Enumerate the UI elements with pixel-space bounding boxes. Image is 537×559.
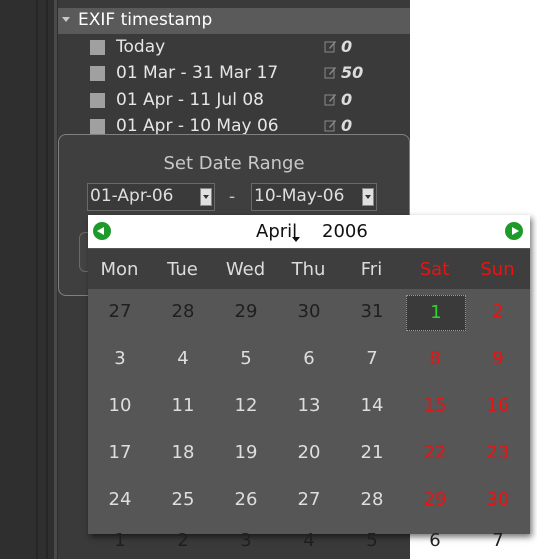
calendar-day[interactable]: 29 bbox=[217, 295, 275, 329]
row-count: 0 bbox=[341, 116, 353, 135]
calendar-day-selected[interactable]: 1 bbox=[406, 295, 466, 331]
calendar-day[interactable]: 22 bbox=[406, 436, 464, 470]
edit-icon[interactable] bbox=[324, 40, 337, 53]
filter-row-apr-08[interactable]: 01 Apr - 11 Jul 08 0 bbox=[86, 89, 410, 113]
collapse-triangle-icon[interactable] bbox=[62, 17, 70, 22]
calendar-day[interactable]: 28 bbox=[154, 295, 212, 329]
calendar-day[interactable]: 12 bbox=[217, 389, 275, 423]
calendar-day[interactable]: 21 bbox=[343, 436, 401, 470]
row-label: 01 Apr - 11 Jul 08 bbox=[116, 90, 264, 110]
weekday-label: Mon bbox=[100, 259, 139, 280]
calendar-day[interactable]: 30 bbox=[469, 483, 527, 517]
next-month-icon[interactable] bbox=[505, 222, 523, 240]
calendar-day[interactable]: 8 bbox=[406, 342, 464, 376]
rail-divider bbox=[46, 0, 48, 559]
calendar-day[interactable]: 18 bbox=[154, 436, 212, 470]
weekday-label: Sat bbox=[419, 259, 450, 280]
row-checkbox[interactable] bbox=[90, 66, 105, 81]
previous-month-icon[interactable] bbox=[93, 222, 111, 240]
calendar-day[interactable]: 7 bbox=[343, 342, 401, 376]
month-label[interactable]: April bbox=[256, 221, 297, 242]
left-rail bbox=[0, 0, 58, 559]
panel-title: Set Date Range bbox=[163, 153, 305, 174]
row-label: 01 Apr - 10 May 06 bbox=[116, 116, 279, 136]
calendar-day[interactable]: 11 bbox=[154, 389, 212, 423]
calendar-day[interactable]: 10 bbox=[91, 389, 149, 423]
filter-row-today[interactable]: Today 0 bbox=[86, 36, 410, 60]
range-separator: - bbox=[229, 187, 236, 207]
calendar-day[interactable]: 5 bbox=[217, 342, 275, 376]
from-date-dropdown-icon[interactable] bbox=[200, 188, 212, 206]
row-count: 0 bbox=[341, 37, 353, 56]
weekday-label: Thu bbox=[291, 259, 326, 280]
calendar-day[interactable]: 3 bbox=[217, 524, 275, 558]
calendar-day[interactable]: 28 bbox=[343, 483, 401, 517]
from-date-field[interactable]: 01-Apr-06 bbox=[87, 183, 215, 211]
year-label[interactable]: 2006 bbox=[322, 221, 368, 242]
calendar-day[interactable]: 16 bbox=[469, 389, 527, 423]
calendar-day[interactable]: 7 bbox=[469, 524, 527, 558]
weekday-label: Wed bbox=[225, 259, 266, 280]
calendar-day[interactable]: 14 bbox=[343, 389, 401, 423]
to-date-dropdown-icon[interactable] bbox=[362, 188, 374, 206]
weekday-label: Tue bbox=[167, 259, 198, 280]
calendar-day[interactable]: 3 bbox=[91, 342, 149, 376]
month-dropdown-icon[interactable] bbox=[292, 237, 300, 242]
section-title: EXIF timestamp bbox=[78, 10, 213, 30]
calendar-day[interactable]: 19 bbox=[217, 436, 275, 470]
calendar-day[interactable]: 24 bbox=[91, 483, 149, 517]
calendar-day[interactable]: 4 bbox=[154, 342, 212, 376]
to-date-field[interactable]: 10-May-06 bbox=[251, 183, 377, 211]
calendar-day[interactable]: 6 bbox=[406, 524, 464, 558]
row-checkbox[interactable] bbox=[90, 93, 105, 108]
calendar-day[interactable]: 27 bbox=[280, 483, 338, 517]
row-count: 0 bbox=[341, 90, 353, 109]
row-label: Today bbox=[116, 37, 166, 57]
row-checkbox[interactable] bbox=[90, 119, 105, 134]
calendar-day[interactable]: 1 bbox=[91, 524, 149, 558]
rail-divider bbox=[54, 0, 57, 559]
calendar-day[interactable]: 5 bbox=[343, 524, 401, 558]
weekday-label: Fri bbox=[360, 259, 383, 280]
edit-icon[interactable] bbox=[324, 93, 337, 106]
weekday-label: Sun bbox=[480, 259, 515, 280]
row-checkbox[interactable] bbox=[90, 40, 105, 55]
calendar-header: April 2006 bbox=[88, 215, 530, 248]
calendar-day[interactable]: 4 bbox=[280, 524, 338, 558]
to-date-value: 10-May-06 bbox=[254, 186, 345, 206]
calendar-popup: April 2006 Mon Tue Wed Thu Fri Sat Sun 2… bbox=[88, 215, 530, 551]
calendar-day[interactable]: 9 bbox=[469, 342, 527, 376]
calendar-day[interactable]: 31 bbox=[343, 295, 401, 329]
calendar-day[interactable]: 13 bbox=[280, 389, 338, 423]
calendar-day[interactable]: 2 bbox=[154, 524, 212, 558]
row-label: 01 Mar - 31 Mar 17 bbox=[116, 63, 279, 83]
calendar-day[interactable]: 25 bbox=[154, 483, 212, 517]
calendar-day[interactable]: 2 bbox=[469, 295, 527, 329]
calendar-day[interactable]: 27 bbox=[91, 295, 149, 329]
exif-timestamp-header[interactable]: EXIF timestamp bbox=[58, 8, 410, 34]
rail-divider bbox=[36, 0, 38, 559]
weekday-header-row: Mon Tue Wed Thu Fri Sat Sun bbox=[88, 249, 530, 289]
edit-icon[interactable] bbox=[324, 119, 337, 132]
calendar-day[interactable]: 29 bbox=[406, 483, 464, 517]
calendar-day[interactable]: 30 bbox=[280, 295, 338, 329]
row-count: 50 bbox=[341, 63, 364, 82]
calendar-day[interactable]: 6 bbox=[280, 342, 338, 376]
calendar-day[interactable]: 20 bbox=[280, 436, 338, 470]
calendar-day[interactable]: 23 bbox=[469, 436, 527, 470]
calendar-day[interactable]: 17 bbox=[91, 436, 149, 470]
calendar-day[interactable]: 15 bbox=[406, 389, 464, 423]
from-date-value: 01-Apr-06 bbox=[90, 186, 174, 206]
calendar-day[interactable]: 26 bbox=[217, 483, 275, 517]
edit-icon[interactable] bbox=[324, 66, 337, 79]
filter-row-mar-17[interactable]: 01 Mar - 31 Mar 17 50 bbox=[86, 62, 410, 86]
